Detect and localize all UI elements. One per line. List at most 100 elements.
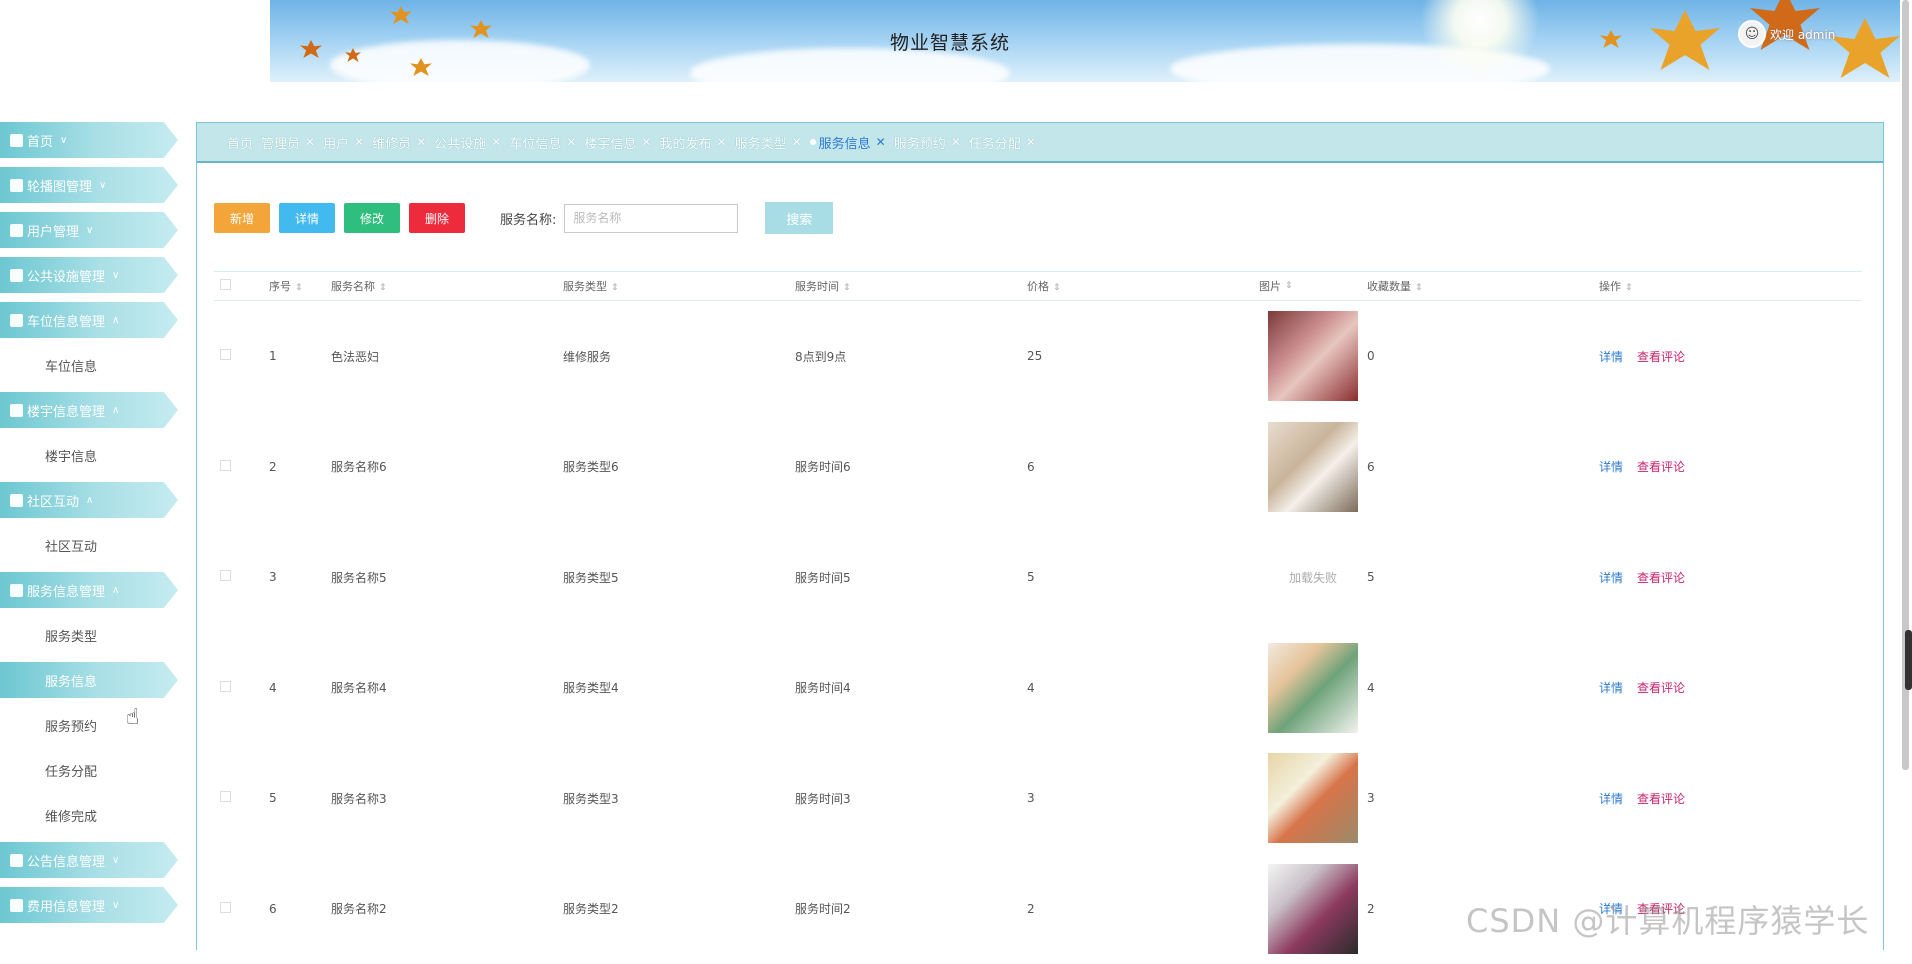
chevron-down-icon: ∨ [60, 135, 67, 146]
tab-repairman[interactable]: 维修员✕ [372, 133, 426, 152]
row-detail-link[interactable]: 详情 [1599, 792, 1623, 806]
service-image[interactable] [1268, 753, 1358, 843]
table-row[interactable]: 1 色法恶妇 维修服务 8点到9点 25 0 详情查看评论 [214, 301, 1862, 412]
sidebar-item-notices[interactable]: 公告信息管理∨ [0, 842, 178, 878]
close-icon[interactable]: ✕ [792, 135, 802, 149]
sort-icon[interactable]: ⇕ [295, 283, 303, 293]
row-detail-link[interactable]: 详情 [1599, 460, 1623, 474]
edit-button[interactable]: 修改 [344, 203, 400, 233]
service-image[interactable] [1268, 311, 1358, 401]
row-detail-link[interactable]: 详情 [1599, 350, 1623, 364]
row-checkbox[interactable] [220, 570, 231, 581]
column-header[interactable]: 收藏数量⇕ [1367, 278, 1599, 294]
sort-icon[interactable]: ⇕ [611, 283, 619, 293]
sidebar-item-community[interactable]: 社区互动∧ [0, 482, 178, 518]
select-all-checkbox[interactable] [220, 279, 231, 290]
table-row[interactable]: 3 服务名称5 服务类型5 服务时间5 5 加载失败 5 详情查看评论 [214, 522, 1862, 633]
carousel-icon [10, 179, 23, 192]
table-row[interactable]: 5 服务名称3 服务类型3 服务时间3 3 3 详情查看评论 [214, 743, 1862, 854]
sort-icon[interactable]: ⇕ [1625, 283, 1633, 293]
column-header[interactable]: 序号⇕ [269, 278, 331, 294]
row-review-link[interactable]: 查看评论 [1637, 681, 1685, 695]
tab-service-info[interactable]: 服务信息✕ [810, 133, 886, 152]
row-checkbox[interactable] [220, 902, 231, 913]
column-header[interactable]: 服务时间⇕ [795, 278, 1027, 294]
sidebar-subitem-repair-done[interactable]: 维修完成 [0, 797, 180, 833]
row-checkbox[interactable] [220, 791, 231, 802]
sort-icon[interactable]: ⇕ [843, 283, 851, 293]
page-scrollbar[interactable] [1900, 0, 1912, 950]
service-image[interactable] [1268, 422, 1358, 512]
close-icon[interactable]: ✕ [717, 135, 727, 149]
column-header[interactable]: 图片⇕ [1259, 278, 1367, 294]
tab-my-posts[interactable]: 我的发布✕ [659, 133, 726, 152]
tab-task-assign[interactable]: 任务分配✕ [969, 133, 1036, 152]
sidebar-subitem-community[interactable]: 社区互动 [0, 527, 180, 563]
sidebar-item-home[interactable]: 首页∨ [0, 122, 178, 158]
column-header[interactable]: 价格⇕ [1027, 278, 1259, 294]
tab-admin[interactable]: 管理员✕ [261, 133, 315, 152]
column-header[interactable]: 服务类型⇕ [563, 278, 795, 294]
close-icon[interactable]: ✕ [641, 135, 651, 149]
side-drawer-handle[interactable] [1905, 630, 1912, 690]
tab-user[interactable]: 用户✕ [323, 133, 364, 152]
tab-service-type[interactable]: 服务类型✕ [735, 133, 802, 152]
sort-icon[interactable]: ⇕ [1053, 283, 1061, 293]
sidebar-item-users[interactable]: 用户管理∨ [0, 212, 178, 248]
sidebar-subitem-parking-info[interactable]: 车位信息 [0, 347, 180, 383]
delete-button[interactable]: 删除 [409, 203, 465, 233]
service-image[interactable] [1268, 864, 1358, 954]
image-load-failed: 加载失败 [1289, 569, 1337, 586]
row-checkbox[interactable] [220, 349, 231, 360]
add-button[interactable]: 新增 [214, 203, 270, 233]
sidebar-subitem-task-assign[interactable]: 任务分配 [0, 752, 180, 788]
row-review-link[interactable]: 查看评论 [1637, 460, 1685, 474]
sidebar-subitem-service-info[interactable]: 服务信息 [0, 662, 178, 698]
tab-building[interactable]: 楼宇信息✕ [584, 133, 651, 152]
sidebar-item-label: 公共设施管理 [27, 266, 105, 285]
chevron-up-icon: ∧ [112, 585, 119, 596]
table-row[interactable]: 4 服务名称4 服务类型4 服务时间4 4 4 详情查看评论 [214, 633, 1862, 744]
close-icon[interactable]: ✕ [876, 135, 886, 149]
user-menu[interactable]: ☺ 欢迎 admin [1738, 20, 1835, 48]
close-icon[interactable]: ✕ [1026, 135, 1036, 149]
close-icon[interactable]: ✕ [416, 135, 426, 149]
sidebar-item-facilities[interactable]: 公共设施管理∨ [0, 257, 178, 293]
sidebar-item-fees[interactable]: 费用信息管理∨ [0, 887, 178, 923]
sidebar-subitem-service-type[interactable]: 服务类型 [0, 617, 180, 653]
sidebar-item-carousel[interactable]: 轮播图管理∨ [0, 167, 178, 203]
sidebar-item-parking[interactable]: 车位信息管理∧ [0, 302, 178, 338]
row-review-link[interactable]: 查看评论 [1637, 792, 1685, 806]
sidebar-subitem-building-info[interactable]: 楼宇信息 [0, 437, 180, 473]
column-header[interactable]: 服务名称⇕ [331, 278, 563, 294]
search-button[interactable]: 搜索 [765, 202, 833, 234]
tab-parking[interactable]: 车位信息✕ [509, 133, 576, 152]
detail-button[interactable]: 详情 [279, 203, 335, 233]
sort-icon[interactable]: ⇕ [1415, 283, 1423, 293]
row-review-link[interactable]: 查看评论 [1637, 350, 1685, 364]
cell-favorites: 4 [1367, 681, 1599, 695]
sidebar-item-services[interactable]: 服务信息管理∧ [0, 572, 178, 608]
row-checkbox[interactable] [220, 681, 231, 692]
sort-icon[interactable]: ⇕ [1285, 281, 1293, 291]
row-detail-link[interactable]: 详情 [1599, 681, 1623, 695]
service-image[interactable] [1268, 643, 1358, 733]
close-icon[interactable]: ✕ [305, 135, 315, 149]
tab-facilities[interactable]: 公共设施✕ [434, 133, 501, 152]
tab-home[interactable]: 首页 [227, 133, 253, 152]
close-icon[interactable]: ✕ [566, 135, 576, 149]
close-icon[interactable]: ✕ [491, 135, 501, 149]
column-header: 操作⇕ [1599, 278, 1839, 294]
row-checkbox[interactable] [220, 460, 231, 471]
active-dot-icon [810, 139, 816, 145]
close-icon[interactable]: ✕ [951, 135, 961, 149]
close-icon[interactable]: ✕ [354, 135, 364, 149]
sort-icon[interactable]: ⇕ [379, 283, 387, 293]
sidebar-item-buildings[interactable]: 楼宇信息管理∧ [0, 392, 178, 428]
row-detail-link[interactable]: 详情 [1599, 571, 1623, 585]
table-row[interactable]: 2 服务名称6 服务类型6 服务时间6 6 6 详情查看评论 [214, 412, 1862, 523]
row-review-link[interactable]: 查看评论 [1637, 571, 1685, 585]
sidebar-subitem-service-booking[interactable]: 服务预约 [0, 707, 180, 743]
search-input[interactable] [564, 204, 738, 233]
tab-service-booking[interactable]: 服务预约✕ [894, 133, 961, 152]
